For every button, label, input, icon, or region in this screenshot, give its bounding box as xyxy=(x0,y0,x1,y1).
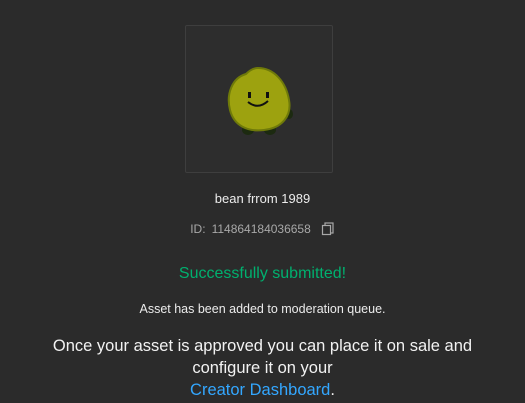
copy-icon[interactable] xyxy=(321,222,335,236)
bean-character-icon xyxy=(227,66,293,135)
asset-id-label: ID: xyxy=(190,222,206,236)
asset-id-row: ID: 114864184036658 xyxy=(0,222,525,236)
approval-text: Once your asset is approved you can plac… xyxy=(52,337,473,377)
moderation-queue-message: Asset has been added to moderation queue… xyxy=(139,302,386,316)
asset-id-value: 114864184036658 xyxy=(211,222,311,236)
approval-period: . xyxy=(330,381,335,399)
success-message: Successfully submitted! xyxy=(178,265,347,282)
approval-instructions: Once your asset is approved you can plac… xyxy=(40,335,485,401)
creator-dashboard-link[interactable]: Creator Dashboard xyxy=(190,381,330,399)
asset-name: bean frrom 1989 xyxy=(214,191,311,206)
asset-thumbnail xyxy=(185,25,333,173)
submission-success-panel: bean frrom 1989 ID: 114864184036658 Succ… xyxy=(0,0,525,403)
